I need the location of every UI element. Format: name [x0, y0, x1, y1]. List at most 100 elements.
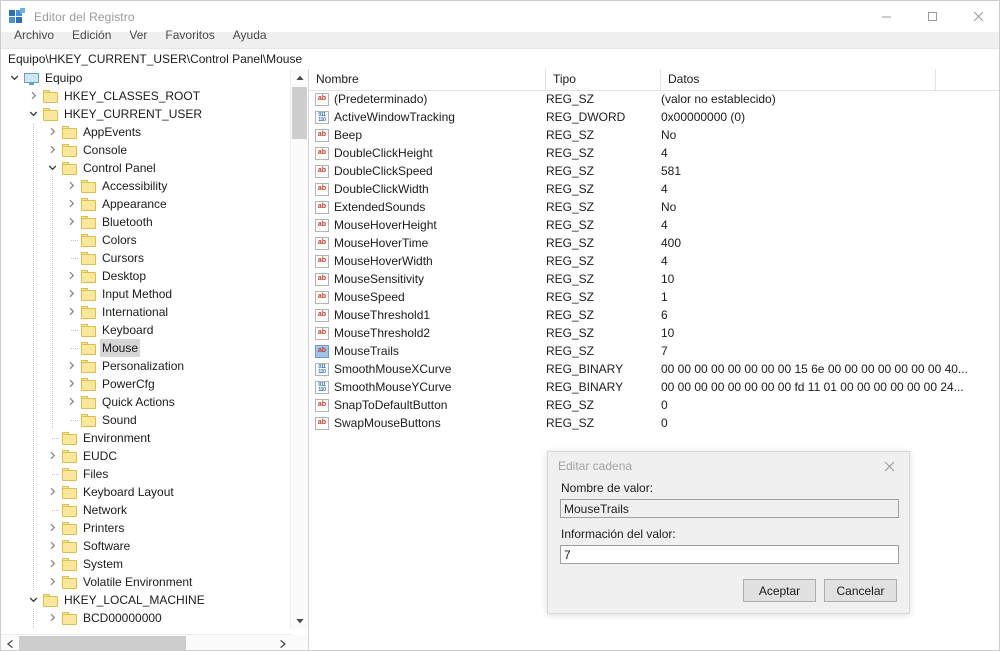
chevron-right-icon[interactable]: [43, 447, 62, 465]
chevron-right-icon[interactable]: [43, 537, 62, 555]
menu-item-ayuda[interactable]: Ayuda: [224, 25, 276, 45]
tree-item[interactable]: Accessibility: [1, 177, 289, 195]
table-row[interactable]: abMouseHoverWidthREG_SZ4: [309, 252, 1000, 270]
column-header-nombre[interactable]: Nombre: [309, 69, 546, 90]
tree-item[interactable]: Input Method: [1, 285, 289, 303]
table-row[interactable]: 011110SmoothMouseXCurveREG_BINARY00 00 0…: [309, 360, 1000, 378]
chevron-down-icon[interactable]: [24, 105, 43, 123]
menu-item-favoritos[interactable]: Favoritos: [156, 25, 223, 45]
table-row[interactable]: abBeepREG_SZNo: [309, 126, 1000, 144]
chevron-down-icon[interactable]: [24, 591, 43, 609]
close-button[interactable]: [955, 1, 1000, 32]
table-row[interactable]: abMouseSensitivityREG_SZ10: [309, 270, 1000, 288]
table-row-selected[interactable]: abMouseTrailsREG_SZ7: [309, 342, 1000, 360]
chevron-down-icon[interactable]: [5, 69, 24, 87]
tree-vertical-scrollbar[interactable]: [290, 69, 308, 629]
tree-item[interactable]: Volatile Environment: [1, 573, 289, 591]
chevron-right-icon[interactable]: [43, 555, 62, 573]
scroll-left-icon[interactable]: [1, 635, 18, 651]
menu-item-archivo[interactable]: Archivo: [5, 25, 63, 45]
tree-item-selected[interactable]: Mouse: [1, 339, 289, 357]
value-name-input[interactable]: [560, 499, 899, 518]
menu-item-ver[interactable]: Ver: [120, 25, 156, 45]
chevron-right-icon[interactable]: [62, 213, 81, 231]
tree-item[interactable]: Printers: [1, 519, 289, 537]
tree-item[interactable]: Appearance: [1, 195, 289, 213]
table-row[interactable]: abMouseHoverHeightREG_SZ4: [309, 216, 1000, 234]
tree-item[interactable]: HKEY_CLASSES_ROOT: [1, 87, 289, 105]
tree-item[interactable]: Cursors: [1, 249, 289, 267]
tree-item[interactable]: HKEY_LOCAL_MACHINE: [1, 591, 289, 609]
tree-item[interactable]: Colors: [1, 231, 289, 249]
table-row[interactable]: abMouseThreshold2REG_SZ10: [309, 324, 1000, 342]
column-header-spacer[interactable]: [936, 69, 1000, 90]
chevron-right-icon[interactable]: [62, 393, 81, 411]
table-row[interactable]: ab(Predeterminado)REG_SZ(valor no establ…: [309, 90, 1000, 108]
table-row[interactable]: abMouseSpeedREG_SZ1: [309, 288, 1000, 306]
tree-horizontal-scrollbar[interactable]: [1, 634, 291, 651]
table-row[interactable]: abMouseHoverTimeREG_SZ400: [309, 234, 1000, 252]
table-row[interactable]: abMouseThreshold1REG_SZ6: [309, 306, 1000, 324]
chevron-right-icon[interactable]: [43, 123, 62, 141]
scroll-down-icon[interactable]: [291, 612, 308, 629]
table-row[interactable]: 011110ActiveWindowTrackingREG_DWORD0x000…: [309, 108, 1000, 126]
chevron-right-icon[interactable]: [62, 357, 81, 375]
chevron-down-icon[interactable]: [43, 159, 62, 177]
tree-item[interactable]: Sound: [1, 411, 289, 429]
chevron-right-icon[interactable]: [43, 141, 62, 159]
cancel-button[interactable]: Cancelar: [824, 579, 897, 602]
tree-item[interactable]: Bluetooth: [1, 213, 289, 231]
table-row[interactable]: abDoubleClickHeightREG_SZ4: [309, 144, 1000, 162]
tree-scroll-thumb[interactable]: [292, 87, 307, 139]
tree-item[interactable]: Network: [1, 501, 289, 519]
chevron-right-icon[interactable]: [62, 195, 81, 213]
tree-item[interactable]: Quick Actions: [1, 393, 289, 411]
tree-item[interactable]: Personalization: [1, 357, 289, 375]
chevron-right-icon[interactable]: [62, 303, 81, 321]
scroll-up-icon[interactable]: [291, 69, 308, 86]
tree-item[interactable]: Keyboard: [1, 321, 289, 339]
tree-item[interactable]: Software: [1, 537, 289, 555]
tree-item[interactable]: Console: [1, 141, 289, 159]
tree-item[interactable]: Desktop: [1, 267, 289, 285]
chevron-right-icon[interactable]: [62, 267, 81, 285]
chevron-right-icon[interactable]: [62, 285, 81, 303]
chevron-right-icon[interactable]: [62, 375, 81, 393]
tree-item[interactable]: International: [1, 303, 289, 321]
table-row[interactable]: abSwapMouseButtonsREG_SZ0: [309, 414, 1000, 432]
chevron-right-icon[interactable]: [24, 87, 43, 105]
table-row[interactable]: abExtendedSoundsREG_SZNo: [309, 198, 1000, 216]
tree-item[interactable]: HKEY_CURRENT_USER: [1, 105, 289, 123]
tree-item[interactable]: Keyboard Layout: [1, 483, 289, 501]
accept-button[interactable]: Aceptar: [743, 579, 816, 602]
tree-item[interactable]: PowerCfg: [1, 375, 289, 393]
chevron-right-icon[interactable]: [43, 609, 62, 627]
table-row[interactable]: 011110SmoothMouseYCurveREG_BINARY00 00 0…: [309, 378, 1000, 396]
tree-item[interactable]: Control Panel: [1, 159, 289, 177]
tree-item[interactable]: System: [1, 555, 289, 573]
menu-item-edicin[interactable]: Edición: [63, 25, 120, 45]
chevron-right-icon[interactable]: [62, 177, 81, 195]
table-row[interactable]: abDoubleClickSpeedREG_SZ581: [309, 162, 1000, 180]
tree-hscroll-thumb[interactable]: [19, 636, 186, 651]
address-bar[interactable]: Equipo\HKEY_CURRENT_USER\Control Panel\M…: [1, 48, 1000, 70]
chevron-right-icon[interactable]: [43, 573, 62, 591]
scroll-right-icon[interactable]: [274, 635, 291, 651]
chevron-right-icon[interactable]: [43, 483, 62, 501]
tree-item[interactable]: HARDWARE: [1, 627, 289, 629]
column-header-tipo[interactable]: Tipo: [546, 69, 661, 90]
tree-item[interactable]: EUDC: [1, 447, 289, 465]
maximize-button[interactable]: [909, 1, 955, 32]
tree-item[interactable]: Files: [1, 465, 289, 483]
value-data-input[interactable]: [560, 545, 899, 564]
column-header-datos[interactable]: Datos: [661, 69, 936, 90]
tree-item[interactable]: Equipo: [1, 69, 289, 87]
dialog-close-icon[interactable]: [869, 452, 909, 481]
tree-item[interactable]: Environment: [1, 429, 289, 447]
minimize-button[interactable]: [863, 1, 909, 32]
chevron-right-icon[interactable]: [43, 627, 62, 629]
tree-item[interactable]: AppEvents: [1, 123, 289, 141]
table-row[interactable]: abDoubleClickWidthREG_SZ4: [309, 180, 1000, 198]
table-row[interactable]: abSnapToDefaultButtonREG_SZ0: [309, 396, 1000, 414]
tree-item[interactable]: BCD00000000: [1, 609, 289, 627]
